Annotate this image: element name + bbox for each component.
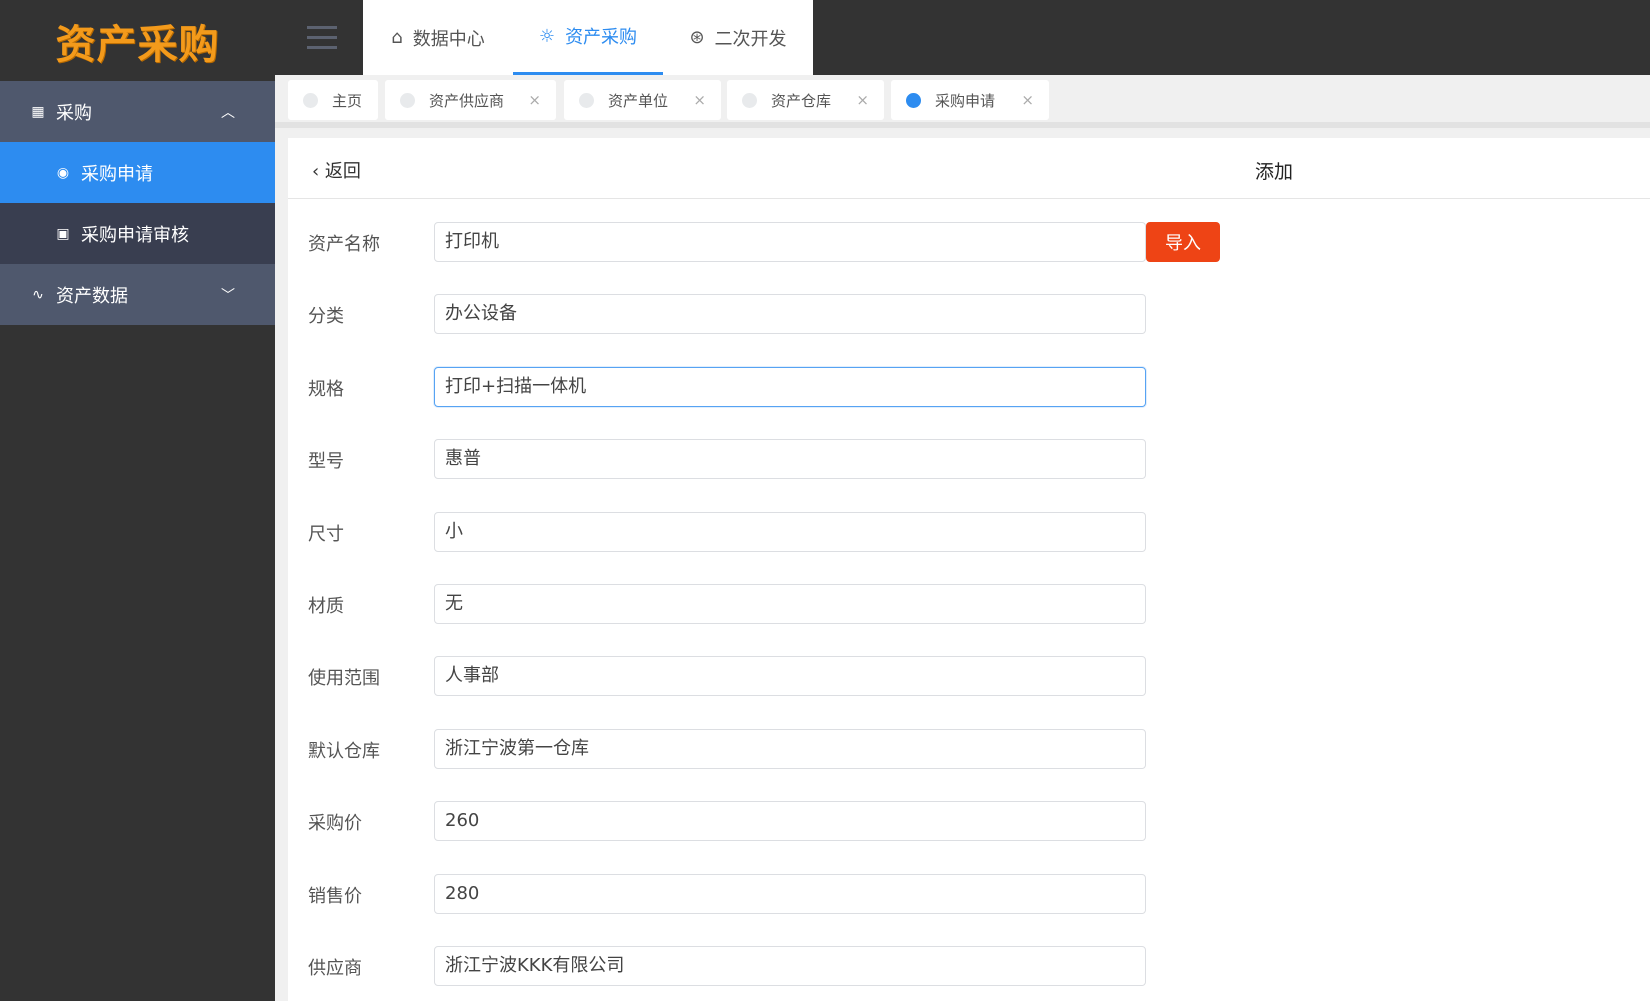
menu-label: 采购 [56, 102, 92, 124]
sale-price-input[interactable]: 280 [434, 874, 1146, 914]
field-label: 资产名称 [308, 234, 380, 255]
close-icon[interactable]: × [1021, 91, 1034, 109]
card-header: ‹ 返回 添加 [288, 138, 1650, 199]
material-input[interactable]: 无 [434, 584, 1146, 624]
menu-group-purchase[interactable]: ▦ 采购 ︿ [0, 81, 275, 142]
tab-dot-icon [579, 92, 594, 108]
form-row: 分类 办公设备 [288, 294, 1288, 334]
topnav-data-center[interactable]: ⌂ 数据中心 [363, 0, 513, 75]
form-card: ‹ 返回 添加 资产名称 打印机 导入 分类 办公设备 规格 打印+扫描一体机 型号 惠普… [288, 138, 1650, 1001]
tab-label: 资产供应商 [429, 91, 505, 110]
topnav-label: 二次开发 [714, 28, 787, 50]
form-row: 规格 打印+扫描一体机 [288, 367, 1288, 407]
form-row: 供应商 浙江宁波KKK有限公司 [288, 946, 1288, 986]
usage-scope-input[interactable]: 人事部 [434, 656, 1146, 696]
bulb-icon: ☼ [538, 25, 556, 47]
form-row: 型号 惠普 [288, 439, 1288, 479]
size-input[interactable]: 小 [434, 512, 1146, 552]
purchase-price-input[interactable]: 260 [434, 801, 1146, 841]
tab-home[interactable]: 主页 [288, 80, 378, 120]
menu-label: 资产数据 [56, 285, 128, 307]
default-warehouse-input[interactable]: 浙江宁波第一仓库 [434, 729, 1146, 769]
sidebar-item-purchase-review[interactable]: ▣ 采购申请审核 [0, 203, 275, 264]
form-row: 采购价 260 [288, 801, 1288, 841]
form-row: 使用范围 人事部 [288, 656, 1288, 696]
tab-unit[interactable]: 资产单位 × [564, 80, 721, 120]
pulse-icon: ∿ [32, 286, 44, 303]
tab-supplier[interactable]: 资产供应商 × [385, 80, 556, 120]
close-icon[interactable]: × [693, 91, 706, 109]
form-row: 销售价 280 [288, 874, 1288, 914]
form-row: 默认仓库 浙江宁波第一仓库 [288, 729, 1288, 769]
tab-purchase-request[interactable]: 采购申请 × [891, 80, 1049, 120]
menu-group-asset-data[interactable]: ∿ 资产数据 ﹀ [0, 264, 275, 325]
menu-label: 采购申请审核 [81, 224, 189, 246]
sidebar-item-purchase-request[interactable]: ◉ 采购申请 [0, 142, 275, 203]
home-icon: ⌂ [391, 27, 403, 48]
field-label: 材质 [308, 596, 344, 617]
form-row: 尺寸 小 [288, 512, 1288, 552]
chevron-up-icon: ︿ [221, 104, 235, 121]
tab-label: 采购申请 [935, 91, 996, 110]
page-title: 添加 [1255, 161, 1294, 183]
tab-label: 主页 [332, 91, 363, 110]
menu-label: 采购申请 [81, 163, 153, 185]
field-label: 使用范围 [308, 668, 380, 689]
chevron-down-icon: ﹀ [221, 287, 235, 304]
field-label: 默认仓库 [308, 741, 380, 762]
category-input[interactable]: 办公设备 [434, 294, 1146, 334]
close-icon[interactable]: × [856, 91, 869, 109]
fingerprint-icon: ◉ [56, 164, 70, 181]
tab-strip: 主页 资产供应商 × 资产单位 × 资产仓库 × 采购申请 × [275, 75, 1650, 128]
field-label: 供应商 [308, 958, 362, 979]
dev-icon: ⊛ [689, 27, 705, 48]
tab-dot-icon [303, 92, 318, 108]
field-label: 销售价 [308, 886, 362, 907]
tab-dot-icon [400, 92, 415, 108]
close-icon[interactable]: × [528, 91, 541, 109]
sidebar: 资产采购 ▦ 采购 ︿ ◉ 采购申请 ▣ 采购申请审核 ∿ 资产数据 ﹀ [0, 0, 275, 1001]
tab-dot-icon [742, 92, 757, 108]
grid-icon: ▦ [31, 103, 45, 120]
topnav-secondary-dev[interactable]: ⊛ 二次开发 [663, 0, 813, 75]
field-label: 分类 [308, 306, 344, 327]
import-button[interactable]: 导入 [1146, 222, 1220, 262]
field-label: 采购价 [308, 813, 362, 834]
asset-name-input[interactable]: 打印机 [434, 222, 1146, 262]
form-row: 材质 无 [288, 584, 1288, 624]
model-input[interactable]: 惠普 [434, 439, 1146, 479]
tab-label: 资产仓库 [771, 91, 832, 110]
tab-label: 资产单位 [608, 91, 669, 110]
topnav-label: 资产采购 [565, 27, 638, 48]
hamburger-menu-icon[interactable] [307, 26, 337, 56]
tab-dot-icon [906, 92, 921, 108]
logo: 资产采购 [55, 21, 220, 68]
top-nav: ⌂ 数据中心 ☼ 资产采购 ⊛ 二次开发 [363, 0, 813, 75]
topnav-label: 数据中心 [412, 28, 485, 50]
field-label: 型号 [308, 451, 344, 472]
back-button[interactable]: ‹ 返回 [312, 157, 361, 183]
spec-input[interactable]: 打印+扫描一体机 [434, 367, 1146, 407]
top-bar: ⌂ 数据中心 ☼ 资产采购 ⊛ 二次开发 [275, 0, 1650, 75]
box-icon: ▣ [56, 225, 70, 242]
field-label: 规格 [308, 379, 344, 400]
field-label: 尺寸 [308, 524, 344, 545]
topnav-asset-purchase[interactable]: ☼ 资产采购 [513, 0, 663, 75]
tab-warehouse[interactable]: 资产仓库 × [727, 80, 884, 120]
supplier-input[interactable]: 浙江宁波KKK有限公司 [434, 946, 1146, 986]
form-row: 资产名称 打印机 导入 [288, 222, 1288, 262]
